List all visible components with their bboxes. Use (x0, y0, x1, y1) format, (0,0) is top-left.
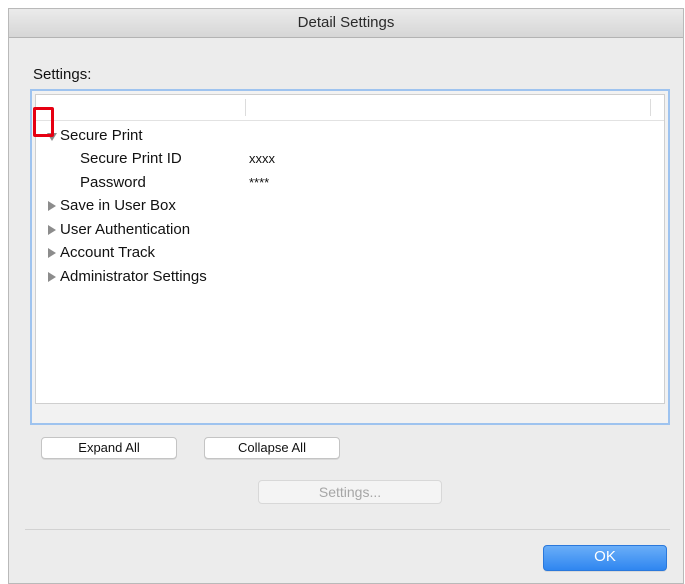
settings-label: Settings: (33, 66, 92, 83)
column-divider[interactable] (650, 99, 651, 116)
tree-header (36, 95, 664, 121)
ok-button[interactable]: OK (543, 545, 667, 571)
disclosure-triangle-right-icon[interactable] (47, 242, 57, 264)
tree-item-user-authentication[interactable]: User Authentication (36, 219, 636, 241)
column-divider[interactable] (245, 99, 246, 116)
tree-item-secure-print[interactable]: Secure Print (36, 125, 636, 147)
tree-item-value: xxxx (249, 151, 275, 166)
window-title: Detail Settings (9, 9, 683, 38)
tree-item-label: Account Track (60, 244, 156, 261)
detail-settings-dialog: Detail Settings Settings: Secure Print S… (8, 8, 684, 584)
tree-item-value: **** (249, 175, 270, 190)
disclosure-triangle-right-icon[interactable] (47, 195, 57, 217)
collapse-all-button[interactable]: Collapse All (204, 437, 340, 459)
tree-item-label: Administrator Settings (60, 268, 207, 285)
tree-item-secure-print-id[interactable]: Secure Print ID xxxx (36, 148, 636, 170)
dialog-separator (25, 529, 670, 530)
tree-item-administrator-settings[interactable]: Administrator Settings (36, 266, 636, 288)
tree-item-account-track[interactable]: Account Track (36, 242, 636, 264)
tree-item-label: Secure Print (60, 127, 143, 144)
expand-all-button[interactable]: Expand All (41, 437, 177, 459)
tree-item-label: Password (80, 174, 146, 191)
highlight-annotation-box (33, 107, 54, 137)
tree-item-label: User Authentication (60, 221, 191, 238)
tree-item-save-in-user-box[interactable]: Save in User Box (36, 195, 636, 217)
disclosure-triangle-right-icon[interactable] (47, 219, 57, 241)
tree-item-password[interactable]: Password **** (36, 172, 636, 194)
settings-tree-frame: Secure Print Secure Print ID xxxx Passwo… (30, 89, 670, 425)
settings-tree[interactable]: Secure Print Secure Print ID xxxx Passwo… (35, 94, 665, 404)
tree-item-label: Secure Print ID (80, 150, 182, 167)
settings-button[interactable]: Settings... (258, 480, 442, 504)
disclosure-triangle-right-icon[interactable] (47, 266, 57, 288)
tree-item-label: Save in User Box (60, 197, 176, 214)
